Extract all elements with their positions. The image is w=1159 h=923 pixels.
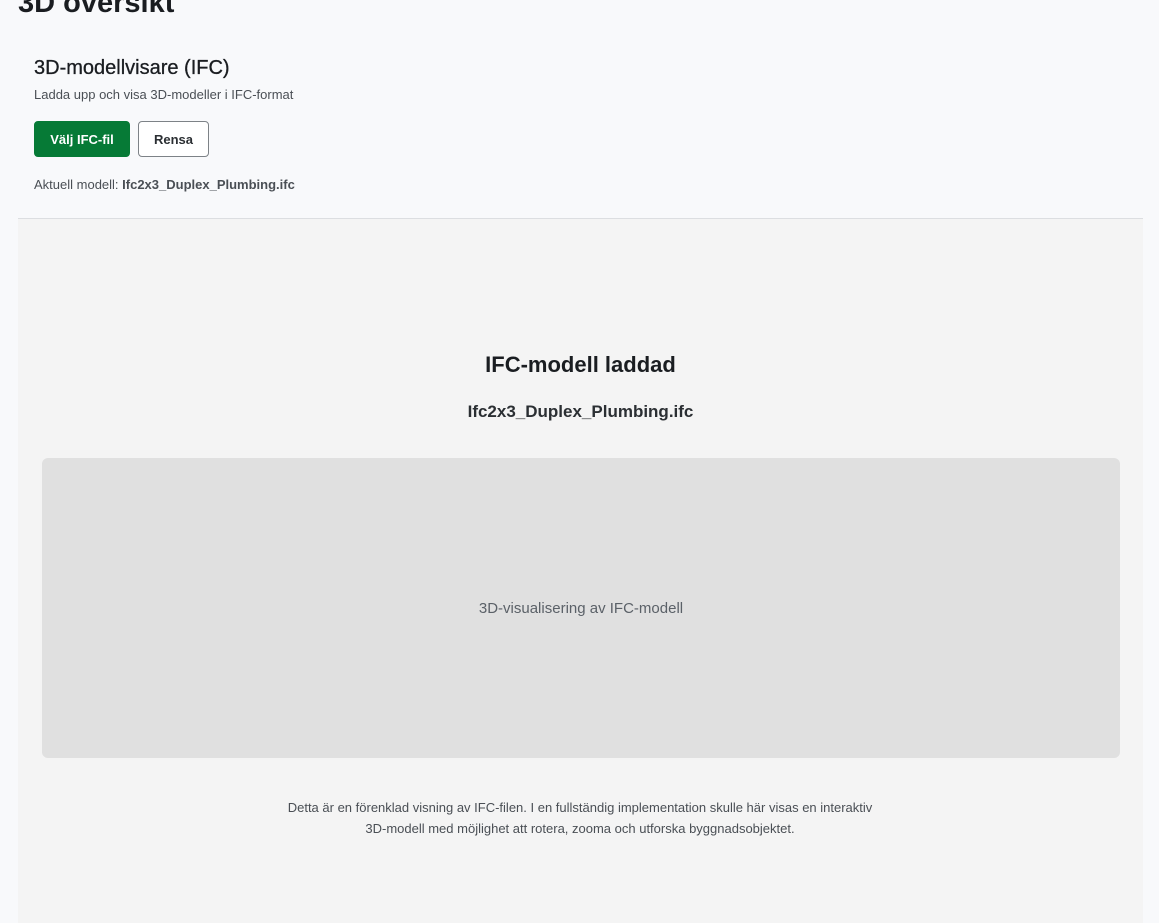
visualization-placeholder-text: 3D-visualisering av IFC-modell	[478, 599, 684, 617]
model-viewer-panel: IFC-modell laddad Ifc2x3_Duplex_Plumbing…	[18, 219, 1143, 923]
loaded-file-name: Ifc2x3_Duplex_Plumbing.ifc	[467, 402, 694, 421]
page-title: 3D översikt	[18, 0, 175, 19]
viewer-description: Detta är en förenklad visning av IFC-fil…	[287, 800, 873, 836]
current-model: Aktuell modell: Ifc2x3_Duplex_Plumbing.i…	[34, 177, 295, 192]
current-model-name: Ifc2x3_Duplex_Plumbing.ifc	[122, 177, 295, 192]
clear-button[interactable]: Rensa	[138, 121, 209, 157]
current-model-label: Aktuell modell:	[34, 177, 123, 192]
model-loaded-heading: IFC-modell laddad	[485, 352, 676, 377]
viewer-title: 3D-modellvisare (IFC)	[34, 57, 230, 79]
viewer-header: 3D-modellvisare (IFC) Ladda upp och visa…	[18, 40, 1143, 218]
3d-visualization-canvas[interactable]: 3D-visualisering av IFC-modell	[42, 458, 1120, 758]
choose-ifc-file-button[interactable]: Välj IFC-fil	[34, 121, 130, 157]
viewer-subtitle: Ladda upp och visa 3D-modeller i IFC-for…	[34, 87, 294, 102]
